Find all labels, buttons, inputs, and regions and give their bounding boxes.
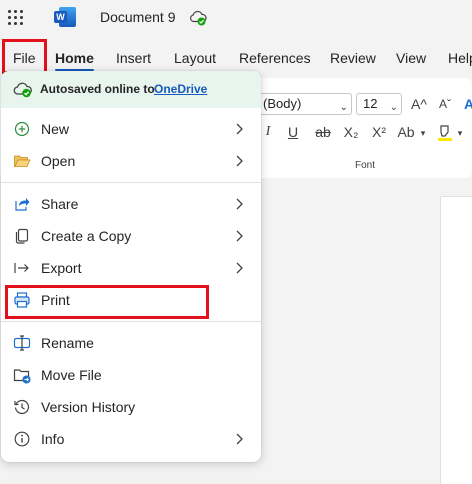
word-app-letter: W [54,11,67,23]
font-size-dropdown[interactable]: 12 ⌄ [356,93,402,115]
menu-item-open[interactable]: Open [1,145,261,177]
title-bar: W Document 9 [0,0,472,36]
chevron-down-icon: ⌄ [389,102,398,113]
chevron-right-icon [236,230,243,242]
menu-item-export[interactable]: Export [1,252,261,284]
menu-item-create-a-copy[interactable]: Create a Copy [1,220,261,252]
app-launcher-waffle-icon[interactable] [7,9,25,27]
chevron-right-icon [236,198,243,210]
menu-item-label: Info [41,431,65,447]
menu-divider [1,182,261,183]
chevron-down-icon[interactable]: ▾ [455,124,465,142]
chevron-right-icon [236,433,243,445]
clear-formatting-icon[interactable]: A [462,95,472,113]
menu-item-share[interactable]: Share [1,188,261,220]
onedrive-link[interactable]: OneDrive [154,82,207,96]
file-tab-highlight-box [2,39,47,74]
chevron-right-icon [236,155,243,167]
saved-to-cloud-icon[interactable] [189,9,207,27]
autosave-text: Autosaved online to [40,82,155,96]
document-title[interactable]: Document 9 [100,9,175,25]
share-icon [15,198,30,211]
cloud-saved-icon [13,82,32,98]
tab-layout[interactable]: Layout [174,42,216,74]
font-size-value: 12 [363,96,378,111]
tab-home[interactable]: Home [55,42,94,74]
font-name-value: (Body) [263,96,302,111]
document-page[interactable] [440,196,472,484]
menu-item-label: Version History [41,399,136,415]
folder-open-icon [14,155,31,167]
change-case-button[interactable]: Ab [397,123,415,141]
file-menu: Autosaved online to OneDrive New Open Sh… [1,71,261,462]
menu-item-label: Rename [41,335,94,351]
move-folder-icon [13,369,31,384]
shrink-font-button[interactable]: Aˇ [436,95,454,113]
font-name-dropdown[interactable]: (Body) ⌄ [258,93,352,115]
menu-item-rename[interactable]: Rename [1,327,261,359]
menu-item-label: Move File [41,367,102,383]
menu-item-new[interactable]: New [1,113,261,145]
tab-review[interactable]: Review [330,42,376,74]
italic-button[interactable]: I [263,123,273,141]
menu-item-move-file[interactable]: Move File [1,359,261,391]
export-arrow-icon [14,263,29,273]
info-icon [14,431,30,447]
superscript-button[interactable]: X² [369,123,389,141]
rename-icon [13,335,31,351]
tab-view[interactable]: View [396,42,426,74]
strikethrough-button[interactable]: ab [313,123,333,141]
menu-item-info[interactable]: Info [1,423,261,455]
subscript-button[interactable]: X₂ [341,123,361,141]
menu-divider [1,321,261,322]
ribbon-tabs: File Home Insert Layout References Revie… [0,42,472,74]
font-group-label: Font [355,160,376,171]
autosave-banner: Autosaved online to OneDrive [1,71,261,108]
underline-button[interactable]: U [286,123,300,141]
plus-circle-icon [14,121,30,137]
menu-item-label: New [41,121,70,137]
tab-insert[interactable]: Insert [116,42,151,74]
grow-font-button[interactable]: A^ [410,95,428,113]
tab-references[interactable]: References [239,42,311,74]
menu-item-label: Create a Copy [41,228,132,244]
word-app-icon[interactable]: W [54,7,76,27]
print-item-highlight-box [5,285,209,319]
chevron-right-icon [236,262,243,274]
copy-icon [15,228,29,244]
chevron-down-icon[interactable]: ▾ [418,124,428,142]
chevron-right-icon [236,123,243,135]
history-icon [14,399,30,415]
menu-item-label: Export [41,260,82,276]
tab-help[interactable]: Help [448,42,472,74]
menu-item-label: Share [41,196,79,212]
chevron-down-icon: ⌄ [339,102,348,113]
menu-item-version-history[interactable]: Version History [1,391,261,423]
menu-item-label: Open [41,153,76,169]
highlighter-icon[interactable] [437,124,453,142]
